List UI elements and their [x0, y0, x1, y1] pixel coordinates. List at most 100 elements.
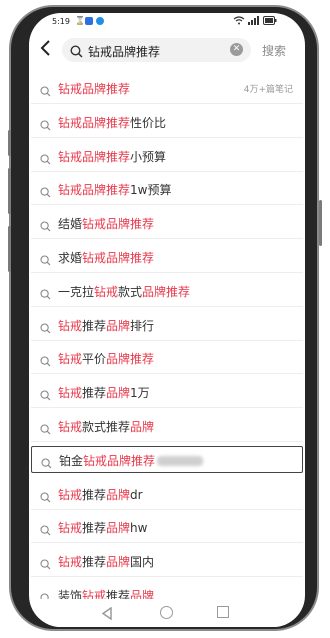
search-icon — [40, 555, 51, 574]
search-icon — [40, 183, 51, 202]
status-time: 5:19 — [52, 17, 70, 26]
suggestion-label: 钻戒推荐品牌hw — [58, 519, 147, 536]
battery-icon — [263, 16, 277, 27]
status-bar: 5:19 ⌛ — [29, 13, 305, 33]
search-icon — [40, 116, 51, 135]
signal-icon — [248, 16, 260, 27]
suggestion-label: 一克拉钻戒款式品牌推荐 — [58, 283, 190, 300]
suggestion-label: 钻戒推荐品牌1万 — [58, 384, 150, 401]
search-icon — [41, 454, 52, 473]
highlighted-text: 钻戒品牌推荐 — [82, 251, 155, 265]
suggestion-item[interactable]: 钻戒品牌推荐 4万+篇笔记 — [31, 71, 303, 104]
search-icon — [70, 43, 83, 62]
suggestion-text: 推荐 — [82, 318, 107, 333]
suggestion-text: 推荐 — [82, 487, 107, 502]
suggestion-label: 钻戒品牌推荐性价比 — [58, 114, 166, 131]
highlighted-text: 钻戒 — [58, 521, 83, 536]
suggestion-item[interactable]: 钻戒推荐品牌hw — [31, 510, 303, 544]
suggestion-text: 铂金 — [59, 453, 84, 468]
search-icon — [40, 319, 51, 338]
app-notification-icon — [85, 17, 93, 25]
suggestion-text: 小预算 — [130, 149, 167, 164]
suggestion-text: 平价 — [82, 352, 107, 367]
search-input[interactable]: 钻戒品牌推荐 ✕ — [62, 38, 251, 62]
highlighted-text: 钻戒 — [58, 555, 83, 570]
suggestion-item[interactable]: 一克拉钻戒款式品牌推荐 — [31, 274, 303, 307]
nav-home-icon[interactable] — [160, 606, 173, 619]
search-icon — [40, 352, 51, 371]
search-button[interactable]: 搜索 — [262, 42, 286, 59]
suggestion-text: 推荐 — [82, 521, 107, 536]
suggestion-label: 钻戒品牌推荐1w预算 — [58, 181, 171, 198]
suggestion-item[interactable]: 钻戒推荐品牌排行 — [31, 308, 303, 341]
nav-back-icon[interactable] — [101, 605, 113, 624]
suggestion-text: 推荐 — [82, 386, 107, 401]
nav-recent-apps-icon[interactable] — [217, 606, 229, 618]
highlighted-text: 钻戒品牌推荐 — [83, 453, 156, 468]
search-icon — [40, 521, 51, 540]
suggestion-item[interactable]: 钻戒款式推荐品牌 — [31, 409, 303, 442]
suggestion-text: hw — [130, 521, 148, 536]
suggestion-item[interactable]: 铂金钻戒品牌推荐 — [31, 445, 303, 473]
suggestion-text: 性价比 — [130, 115, 167, 130]
highlighted-text: 钻戒 — [94, 284, 119, 299]
search-bar: 钻戒品牌推荐 ✕ 搜索 — [29, 35, 305, 67]
suggestion-item[interactable]: 钻戒品牌推荐1w预算 — [31, 172, 303, 206]
highlighted-text: 品牌 — [130, 420, 155, 434]
side-button-left-3 — [8, 226, 11, 272]
suggestion-text: 求婚 — [58, 251, 83, 265]
suggestion-item[interactable]: 钻戒推荐品牌国内 — [31, 544, 303, 578]
highlighted-text: 钻戒 — [58, 318, 83, 333]
highlighted-text: 钻戒品牌推荐 — [58, 183, 131, 198]
search-icon — [40, 285, 51, 304]
highlighted-text: 钻戒品牌推荐 — [58, 149, 131, 164]
highlighted-text: 品牌 — [106, 555, 131, 570]
highlighted-text: 品牌推荐 — [142, 284, 191, 299]
suggestion-item[interactable]: 钻戒推荐品牌dr — [31, 477, 303, 510]
side-button-left-1 — [8, 130, 11, 156]
suggestion-label: 结婚钻戒品牌推荐 — [58, 215, 154, 232]
suggestion-label: 钻戒平价品牌推荐 — [58, 350, 154, 367]
suggestion-item[interactable]: 钻戒平价品牌推荐 — [31, 341, 303, 375]
suggestion-text: 排行 — [130, 318, 155, 333]
search-icon — [40, 217, 51, 236]
search-icon — [40, 82, 51, 101]
highlighted-text: 品牌 — [106, 318, 131, 333]
search-icon — [40, 488, 51, 507]
suggestion-label: 钻戒推荐品牌国内 — [58, 553, 154, 570]
navigation-bar — [29, 599, 305, 627]
suggestion-text: 款式推荐 — [82, 420, 131, 434]
suggestion-item[interactable]: 求婚钻戒品牌推荐 — [31, 240, 303, 273]
suggestion-label: 求婚钻戒品牌推荐 — [58, 249, 154, 266]
suggestion-text: 国内 — [130, 555, 155, 570]
suggestion-item[interactable]: 钻戒推荐品牌1万 — [31, 375, 303, 409]
suggestion-label: 钻戒品牌推荐小预算 — [58, 148, 166, 165]
suggestion-text: 款式 — [118, 284, 143, 299]
app-notification-icon-2 — [96, 17, 104, 25]
search-query[interactable]: 钻戒品牌推荐 — [88, 43, 160, 60]
highlighted-text: 品牌推荐 — [106, 352, 155, 367]
suggestion-label: 钻戒推荐品牌dr — [58, 486, 143, 503]
wifi-icon — [233, 16, 245, 27]
highlighted-text: 钻戒 — [58, 487, 83, 502]
suggestion-item[interactable]: 钻戒品牌推荐小预算 — [31, 139, 303, 172]
suggestion-text: 1w预算 — [130, 183, 172, 198]
highlighted-text: 钻戒品牌推荐 — [58, 115, 131, 130]
side-button-right — [319, 200, 322, 246]
highlighted-text: 钻戒 — [58, 352, 83, 367]
clear-icon[interactable]: ✕ — [230, 43, 243, 56]
highlighted-text: 品牌 — [106, 386, 131, 401]
highlighted-text: 钻戒品牌推荐 — [82, 217, 155, 232]
back-arrow-icon[interactable] — [39, 39, 51, 62]
blurred-text — [157, 456, 204, 467]
hourglass-icon: ⌛ — [75, 16, 85, 25]
suggestion-item[interactable]: 钻戒品牌推荐性价比 — [31, 105, 303, 138]
suggestion-text: 1万 — [130, 386, 150, 401]
suggestion-label: 钻戒款式推荐品牌 — [58, 418, 154, 435]
suggestion-label: 铂金钻戒品牌推荐 — [59, 452, 204, 469]
suggestion-item[interactable]: 结婚钻戒品牌推荐 — [31, 206, 303, 240]
side-button-left-2 — [8, 168, 11, 214]
highlighted-text: 品牌 — [106, 521, 131, 536]
suggestion-label: 钻戒品牌推荐 — [58, 80, 130, 97]
highlighted-text: 钻戒品牌推荐 — [58, 82, 131, 96]
